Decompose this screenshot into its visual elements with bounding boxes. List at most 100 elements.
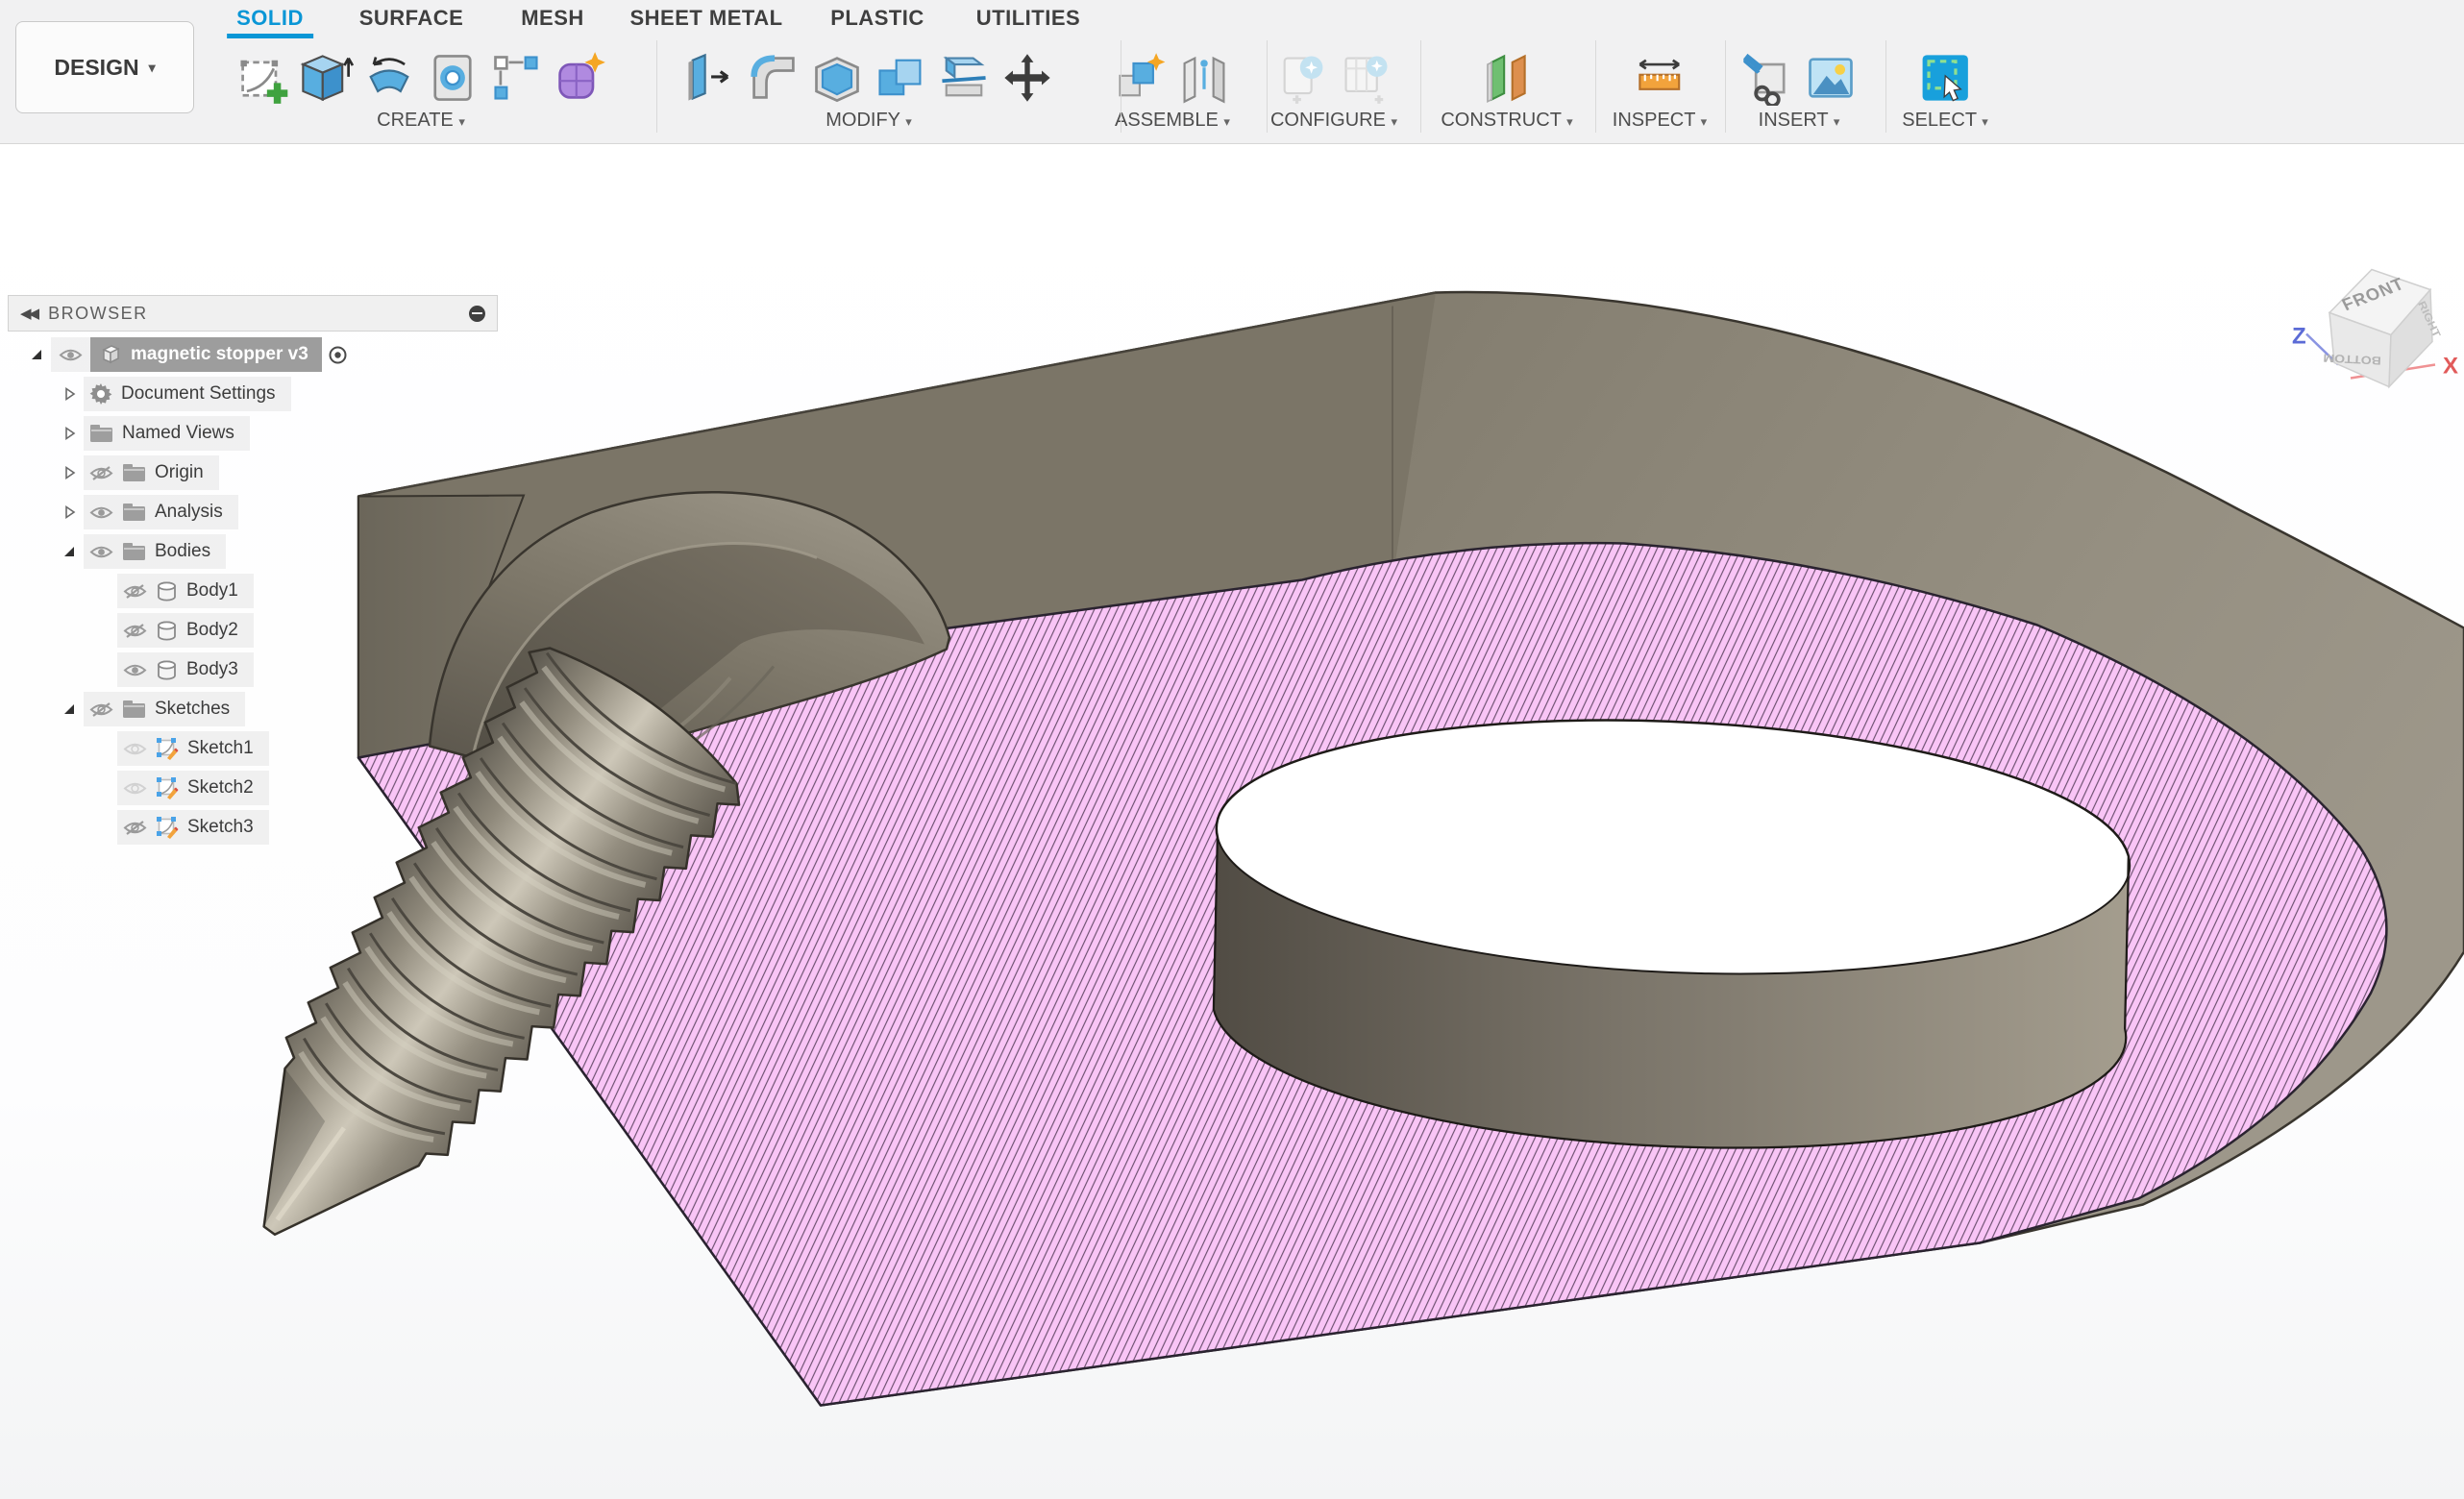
folder-icon [122, 700, 146, 719]
tree-row-analysis[interactable]: Analysis [0, 495, 519, 529]
tree-row-body3[interactable]: Body3 [0, 652, 519, 687]
folder-icon [89, 424, 113, 443]
tree-item-label: Body2 [186, 620, 238, 641]
tab-plastic[interactable]: PLASTIC [825, 4, 930, 33]
folder-icon [122, 503, 146, 522]
toolbar-group-label-create[interactable]: CREATE ▾ [377, 110, 465, 132]
configuration-table-icon[interactable] [1338, 50, 1393, 106]
eye-icon[interactable] [123, 623, 147, 639]
tab-sheet-metal[interactable]: SHEET METAL [624, 4, 788, 33]
viewport-canvas[interactable]: FRONT BOTTOM RIGHT Z X ◀◀ BROWSER magnet… [0, 145, 2464, 1499]
eye-icon[interactable] [89, 701, 113, 718]
tree-row-body2[interactable]: Body2 [0, 613, 519, 648]
eye-icon[interactable] [89, 544, 113, 560]
viewcube[interactable]: FRONT BOTTOM RIGHT Z X [2292, 270, 2458, 387]
move-icon[interactable] [999, 50, 1055, 106]
browser-display-settings-icon[interactable] [469, 306, 485, 322]
expander-icon[interactable] [62, 427, 76, 440]
construct-plane-icon[interactable] [1479, 50, 1535, 106]
tree-item-label: Sketch3 [187, 817, 254, 838]
toolbar-divider [656, 40, 657, 133]
body-icon [156, 660, 178, 680]
box-icon[interactable] [298, 50, 354, 106]
browser-title: BROWSER [48, 304, 469, 324]
expander-icon[interactable] [62, 505, 76, 519]
eye-icon[interactable] [89, 465, 113, 481]
toolbar-group-label-modify[interactable]: MODIFY ▾ [825, 110, 912, 132]
eye-icon[interactable] [123, 662, 147, 678]
toolbar-group-label-construct[interactable]: CONSTRUCT ▾ [1441, 110, 1572, 132]
configuration-icon[interactable] [1274, 50, 1330, 106]
press-pull-icon[interactable] [682, 50, 738, 106]
tab-utilities[interactable]: UTILITIES [971, 4, 1086, 33]
select-icon[interactable] [1917, 50, 1973, 106]
tree-row-origin[interactable]: Origin [0, 455, 519, 490]
tree-row-sketch3[interactable]: Sketch3 [0, 810, 519, 845]
folder-icon [122, 463, 146, 482]
eye-icon[interactable] [123, 780, 147, 797]
revolve-icon[interactable] [361, 50, 417, 106]
fillet-icon[interactable] [746, 50, 801, 106]
toolbar-group-label-insert[interactable]: INSERT ▾ [1759, 110, 1840, 132]
expander-icon[interactable] [62, 387, 76, 401]
tree-row-body1[interactable]: Body1 [0, 574, 519, 608]
toolbar-group-select: SELECT ▾ [1902, 37, 1988, 132]
gear-icon [89, 382, 112, 405]
folder-icon [122, 542, 146, 561]
tree-root-component[interactable]: magnetic stopper v3 [90, 337, 322, 372]
split-body-icon[interactable] [936, 50, 992, 106]
toolbar-divider [1267, 40, 1268, 133]
tree-row-sketch2[interactable]: Sketch2 [0, 771, 519, 805]
expander-icon[interactable] [62, 702, 76, 716]
pattern-icon[interactable] [488, 50, 544, 106]
component-icon [98, 344, 121, 365]
expander-icon[interactable] [29, 348, 43, 361]
toolbar-group-label-assemble[interactable]: ASSEMBLE ▾ [1115, 110, 1230, 132]
tree-item-label: Sketch1 [187, 738, 254, 759]
eye-icon[interactable] [123, 583, 147, 600]
design-menu-button[interactable]: DESIGN ▾ [15, 21, 194, 113]
body-icon [156, 621, 178, 641]
form-icon[interactable] [552, 50, 607, 106]
hole-icon[interactable] [425, 50, 480, 106]
toolbar-group-create: CREATE ▾ [234, 37, 607, 132]
tree-row-named-views[interactable]: Named Views [0, 416, 519, 451]
tree-row-bodies[interactable]: Bodies [0, 534, 519, 569]
browser-tree: magnetic stopper v3 Document Settings Name… [0, 337, 519, 849]
sketch-icon [156, 737, 179, 760]
tree-row-root: magnetic stopper v3 [0, 337, 519, 372]
tree-row-document-settings[interactable]: Document Settings [0, 377, 519, 411]
expander-icon[interactable] [62, 466, 76, 479]
tree-row-sketches[interactable]: Sketches [0, 692, 519, 726]
expander-icon[interactable] [62, 545, 76, 558]
tree-item-label: Named Views [122, 423, 234, 444]
tree-root-label: magnetic stopper v3 [131, 344, 308, 365]
toolbar-group-label-inspect[interactable]: INSPECT ▾ [1613, 110, 1707, 132]
toolbar-group-insert: INSERT ▾ [1739, 37, 1859, 132]
shell-icon[interactable] [809, 50, 865, 106]
eye-icon[interactable] [59, 347, 83, 363]
toolbar-group-label-configure[interactable]: CONFIGURE ▾ [1270, 110, 1397, 132]
toolbar: DESIGN ▾ SOLID SURFACE MESH SHEET METAL PLAS… [0, 0, 2464, 144]
activate-component-radio[interactable] [328, 345, 348, 365]
tab-solid[interactable]: SOLID [231, 4, 309, 33]
browser-collapse-icon[interactable]: ◀◀ [20, 305, 37, 322]
eye-icon[interactable] [123, 820, 147, 836]
tree-item-label: Body3 [186, 659, 238, 680]
joint-icon[interactable] [1176, 50, 1232, 106]
eye-icon[interactable] [123, 741, 147, 757]
measure-icon[interactable] [1632, 50, 1688, 106]
tab-mesh[interactable]: MESH [515, 4, 590, 33]
insert-derive-icon[interactable] [1739, 50, 1795, 106]
tree-item-label: Body1 [186, 580, 238, 602]
tree-row-sketch1[interactable]: Sketch1 [0, 731, 519, 766]
canvas-icon[interactable] [1803, 50, 1859, 106]
tree-item-label: Sketches [155, 699, 230, 720]
tab-surface[interactable]: SURFACE [354, 4, 470, 33]
eye-icon[interactable] [89, 504, 113, 521]
tree-item-label: Document Settings [121, 383, 276, 405]
toolbar-group-label-select[interactable]: SELECT ▾ [1902, 110, 1988, 132]
create-sketch-icon[interactable] [234, 50, 290, 106]
viewcube-x-label: X [2443, 354, 2458, 380]
combine-icon[interactable] [873, 50, 928, 106]
